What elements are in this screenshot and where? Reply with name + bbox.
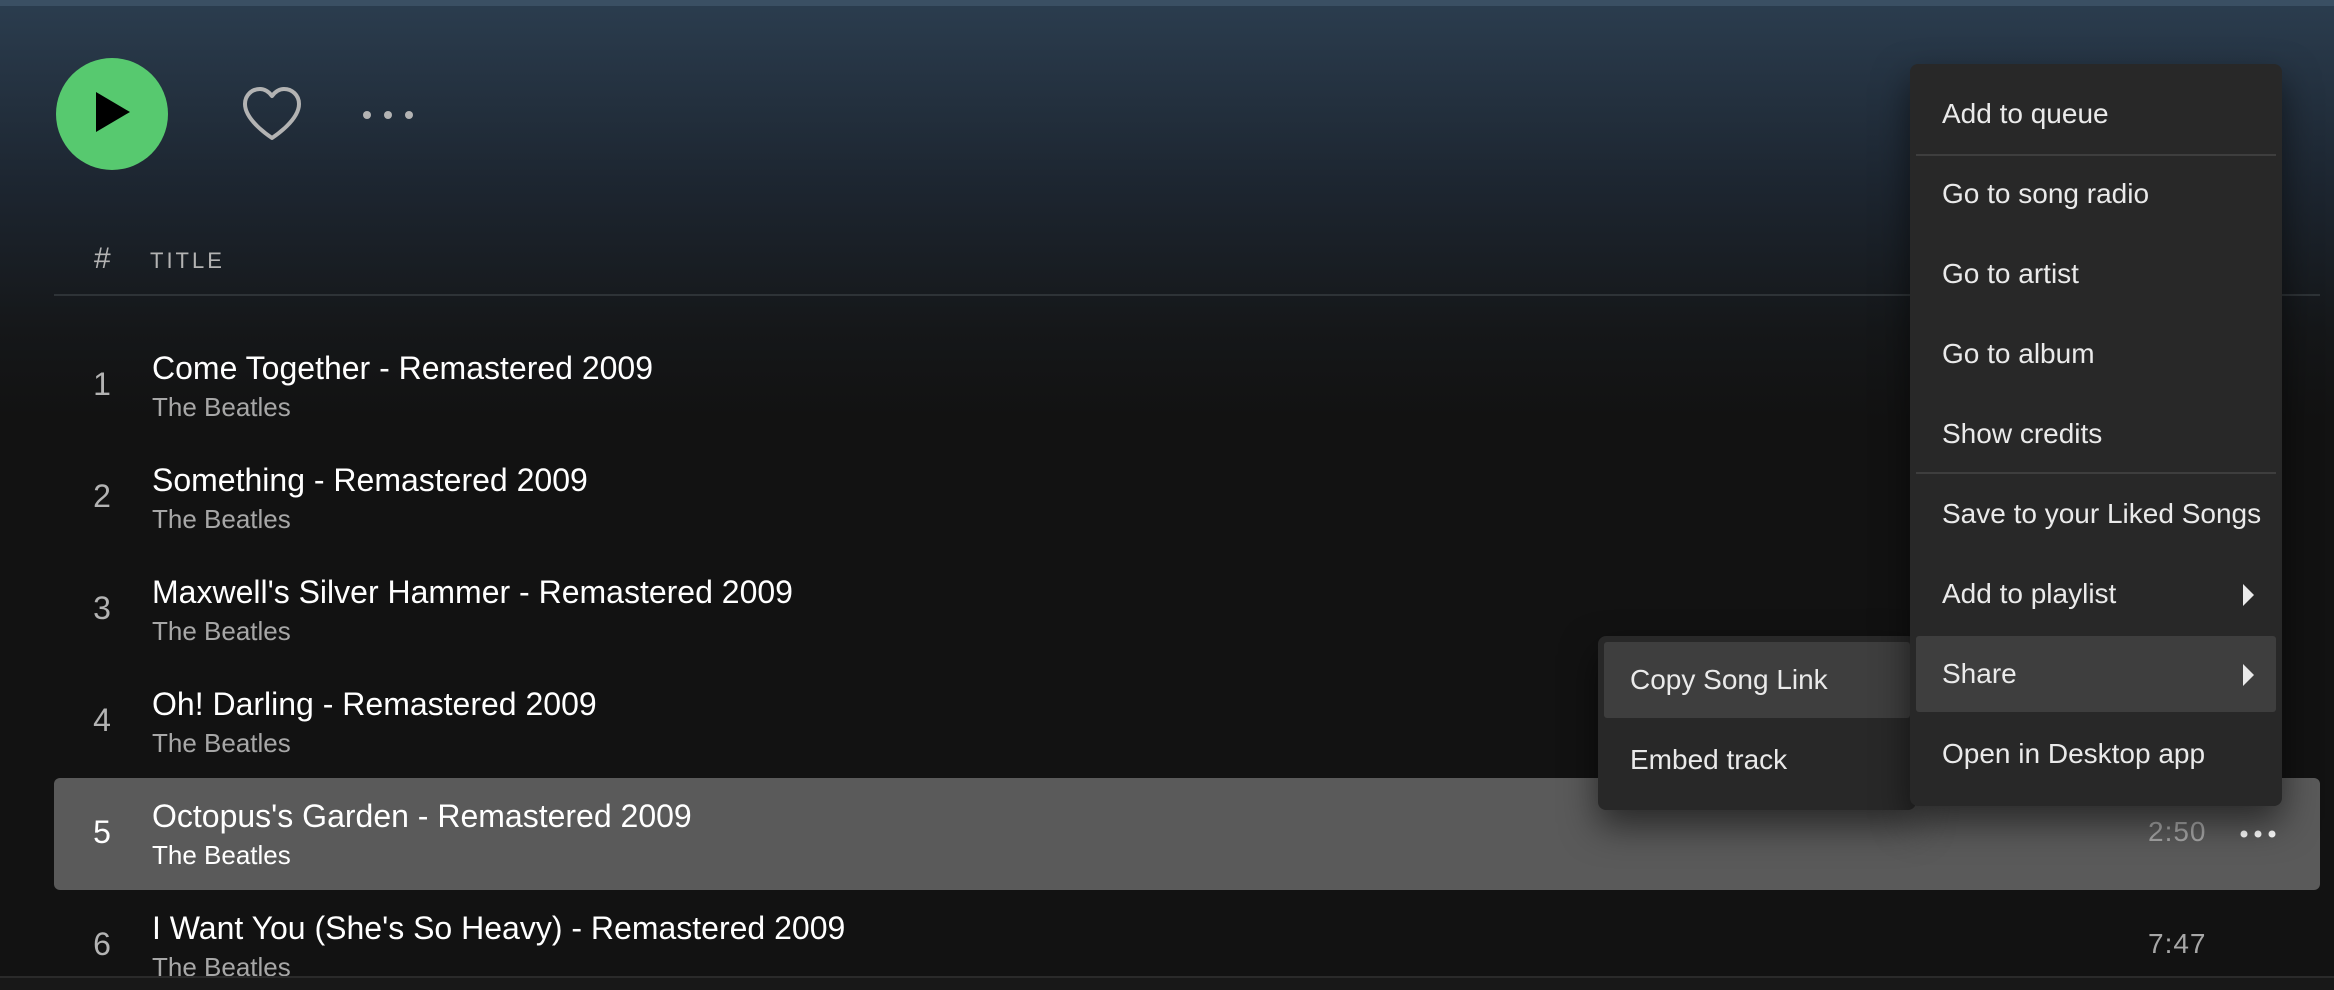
menu-divider	[1916, 472, 2276, 474]
track-row[interactable]: 6 I Want You (She's So Heavy) - Remaster…	[54, 890, 2320, 990]
track-title[interactable]: Octopus's Garden - Remastered 2009	[152, 798, 692, 835]
track-title[interactable]: Maxwell's Silver Hammer - Remastered 200…	[152, 574, 793, 611]
menu-item-share[interactable]: Share	[1916, 636, 2276, 712]
track-number: 6	[93, 926, 111, 962]
album-page: # TITLE 1 Come Together - Remastered 200…	[0, 0, 2334, 990]
play-button[interactable]	[56, 58, 168, 170]
caret-right-icon	[2243, 664, 2254, 686]
caret-right-icon	[2243, 584, 2254, 606]
like-button[interactable]	[236, 80, 308, 152]
play-icon	[92, 90, 132, 139]
track-more-button[interactable]	[2234, 816, 2282, 852]
menu-item-save-to-liked-songs[interactable]: Save to your Liked Songs	[1916, 476, 2276, 552]
menu-item-add-to-playlist[interactable]: Add to playlist	[1916, 556, 2276, 632]
track-number: 4	[93, 702, 111, 738]
menu-item-add-to-queue[interactable]: Add to queue	[1916, 76, 2276, 152]
share-submenu: Copy Song Link Embed track	[1598, 636, 1916, 810]
column-number-header: #	[94, 242, 111, 275]
track-artist[interactable]: The Beatles	[152, 504, 291, 535]
column-title-header[interactable]: TITLE	[150, 248, 225, 274]
more-horizontal-icon	[2240, 825, 2276, 843]
track-duration: 7:47	[2148, 928, 2207, 959]
menu-item-copy-song-link[interactable]: Copy Song Link	[1604, 642, 1910, 718]
menu-item-show-credits[interactable]: Show credits	[1916, 396, 2276, 472]
track-title[interactable]: Come Together - Remastered 2009	[152, 350, 653, 387]
track-number: 5	[93, 814, 111, 850]
menu-item-go-to-album[interactable]: Go to album	[1916, 316, 2276, 392]
more-options-button[interactable]	[356, 96, 420, 136]
track-number: 1	[93, 366, 111, 402]
track-title[interactable]: I Want You (She's So Heavy) - Remastered…	[152, 910, 845, 947]
bottom-bar-edge	[0, 976, 2334, 990]
menu-item-go-to-artist[interactable]: Go to artist	[1916, 236, 2276, 312]
menu-item-go-to-song-radio[interactable]: Go to song radio	[1916, 156, 2276, 232]
more-horizontal-icon	[362, 107, 414, 125]
track-number: 2	[93, 478, 111, 514]
track-title[interactable]: Something - Remastered 2009	[152, 462, 588, 499]
menu-item-label: Share	[1942, 658, 2017, 689]
track-number: 3	[93, 590, 111, 626]
track-artist[interactable]: The Beatles	[152, 728, 291, 759]
menu-item-open-in-desktop-app[interactable]: Open in Desktop app	[1916, 716, 2276, 792]
track-artist[interactable]: The Beatles	[152, 392, 291, 423]
menu-item-label: Add to playlist	[1942, 578, 2117, 609]
menu-item-embed-track[interactable]: Embed track	[1604, 722, 1910, 798]
track-artist[interactable]: The Beatles	[152, 616, 291, 647]
heart-outline-icon	[241, 86, 303, 147]
track-title[interactable]: Oh! Darling - Remastered 2009	[152, 686, 597, 723]
track-duration: 2:50	[2148, 816, 2207, 847]
top-bar-edge	[0, 0, 2334, 6]
track-context-menu: Add to queue Go to song radio Go to arti…	[1910, 64, 2282, 806]
track-artist[interactable]: The Beatles	[152, 840, 291, 871]
